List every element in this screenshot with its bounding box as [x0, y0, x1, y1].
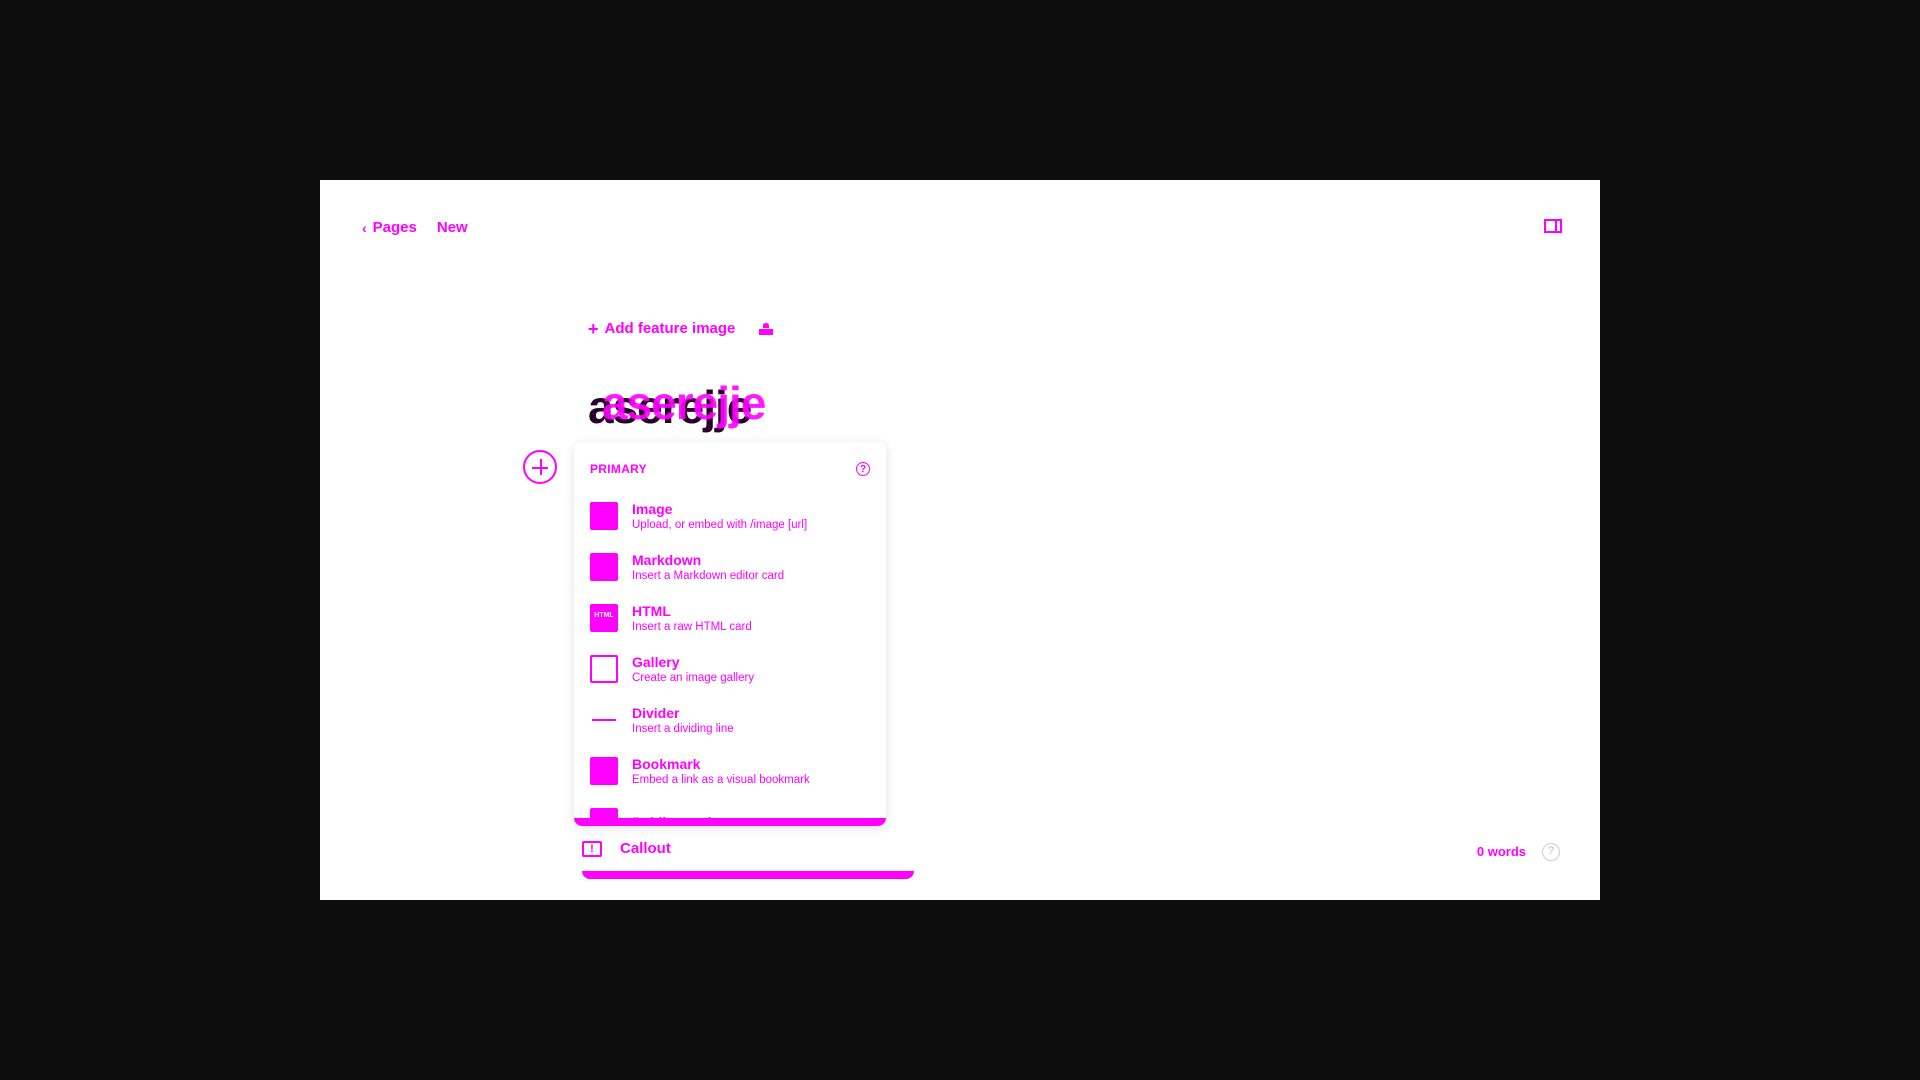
card-menu-item-text: Divider Insert a dividing line [632, 705, 734, 735]
card-menu-item-bookmark[interactable]: Bookmark Embed a link as a visual bookma… [590, 745, 874, 796]
back-to-pages-link[interactable]: ‹ Pages [362, 219, 417, 236]
bookmark-icon [590, 756, 618, 785]
card-menu-item-name: Markdown [632, 551, 702, 568]
word-count: 0 words [1476, 844, 1526, 859]
card-menu-item-name: Bookmark [632, 755, 701, 772]
divider-icon [590, 706, 618, 734]
card-menu-item-name: Divider [632, 704, 680, 721]
card-menu-item-desc: Create an image gallery [632, 671, 755, 684]
callout-label: Callout [620, 840, 671, 857]
footer-help-icon[interactable]: ? [1542, 843, 1560, 861]
post-title-text-overlay: aserejje [602, 377, 766, 429]
plus-icon: + [588, 318, 599, 339]
sidebar-toggle-icon[interactable] [1544, 219, 1562, 233]
card-menu-item-desc: Insert a raw HTML card [632, 620, 752, 633]
help-icon[interactable]: ? [856, 462, 870, 476]
unsplash-icon[interactable] [759, 322, 774, 335]
card-menu-item-markdown[interactable]: Markdown Insert a Markdown editor card [590, 541, 874, 592]
card-menu-item-desc: Insert a dividing line [632, 722, 734, 735]
html-icon [590, 603, 618, 632]
card-menu-item-text: HTML Insert a raw HTML card [632, 603, 752, 633]
callout-menu-edge [582, 871, 914, 879]
card-menu-list: Image Upload, or embed with /image [url]… [590, 490, 874, 826]
card-menu-item-text: Gallery Create an image gallery [632, 654, 754, 684]
card-menu-header: PRIMARY ? [590, 462, 870, 476]
markdown-icon [590, 552, 618, 581]
card-menu-item-text: Bookmark Embed a link as a visual bookma… [632, 756, 810, 786]
top-nav: ‹ Pages New [362, 219, 468, 236]
card-menu-item-desc: Upload, or embed with /image [url] [632, 518, 808, 531]
card-menu-item-text: Image Upload, or embed with /image [url] [632, 501, 807, 531]
section-label: PRIMARY [590, 462, 647, 476]
card-menu-scroll-edge [574, 818, 886, 826]
back-label: Pages [372, 219, 417, 236]
card-menu-item-html[interactable]: HTML Insert a raw HTML card [590, 592, 874, 643]
post-status: New [436, 219, 468, 236]
card-menu: PRIMARY ? Image Upload, or embed with /i… [574, 442, 886, 826]
add-feature-image-label: Add feature image [604, 320, 736, 337]
add-card-plus-icon[interactable] [523, 450, 557, 484]
card-menu-item-callout[interactable]: ! Callout [582, 840, 894, 857]
card-menu-item-gallery[interactable]: Gallery Create an image gallery [590, 643, 874, 694]
card-menu-item-divider[interactable]: Divider Insert a dividing line [590, 694, 874, 745]
card-menu-item-name: Image [632, 500, 673, 517]
chevron-left-icon: ‹ [362, 219, 367, 236]
callout-icon: ! [582, 840, 602, 857]
card-menu-item-desc: Embed a link as a visual bookmark [632, 773, 810, 786]
card-menu-item-image[interactable]: Image Upload, or embed with /image [url] [590, 490, 874, 541]
card-menu-item-name: HTML [632, 602, 671, 619]
image-icon [590, 501, 618, 530]
card-menu-item-name: Gallery [632, 653, 680, 670]
editor-window: ‹ Pages New + Add feature image aserejje… [320, 180, 1600, 900]
card-menu-item-desc: Insert a Markdown editor card [632, 569, 785, 582]
add-feature-image-button[interactable]: + Add feature image [588, 318, 774, 339]
gallery-icon [590, 654, 618, 683]
card-menu-item-text: Markdown Insert a Markdown editor card [632, 552, 784, 582]
